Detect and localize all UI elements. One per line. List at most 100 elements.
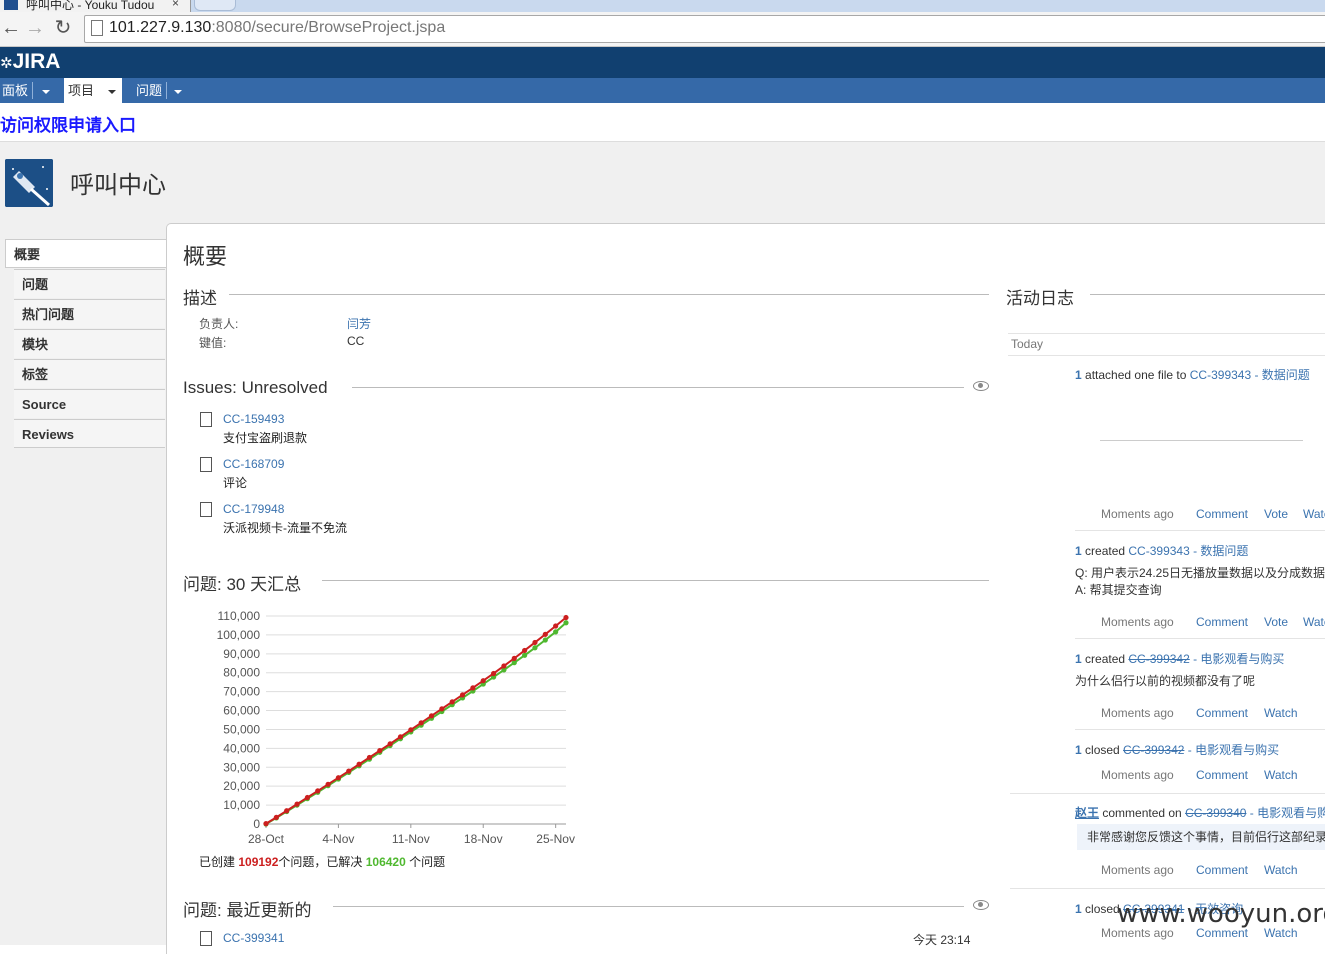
menu-item-summary[interactable]: 概要 [5,239,167,268]
issue-key[interactable]: CC-168709 [223,457,284,471]
activity-user[interactable]: 赵王 [1075,806,1099,820]
activity-time: Moments ago [1101,706,1174,720]
data-point-created [346,768,352,774]
activity-issue-key[interactable]: CC-399343 [1128,544,1189,558]
activity-issue-title[interactable]: - 电影观看与购买 [1190,652,1284,666]
y-tick-label: 0 [253,817,260,831]
nav-projects[interactable]: 项目 [64,78,122,103]
watch-link[interactable]: Watch [1303,507,1325,521]
activity-detail: A: 帮其提交查询 [1075,583,1162,597]
chart-heading: 问题: 30 天汇总 [183,575,302,594]
watch-link[interactable]: Watch [1303,615,1325,629]
task-icon [200,412,212,427]
new-tab-button[interactable] [194,0,236,11]
lead-value[interactable]: 闫芳 [347,315,371,332]
activity-time: Moments ago [1101,863,1174,877]
data-point-created [377,748,383,754]
data-point-created [408,727,414,733]
access-request-link[interactable]: 访问权限申请入口 [0,111,136,136]
watch-link[interactable]: Watch [1264,706,1298,720]
issue-key[interactable]: CC-179948 [223,502,284,516]
today-label: Today [1011,337,1044,351]
divider [333,906,964,907]
data-point-created [563,614,569,621]
data-point-created [511,655,517,661]
data-point-resolved [532,645,538,651]
issue-key[interactable]: CC-159493 [223,412,284,426]
nav-issues[interactable]: 问题 [136,78,186,103]
activity-user[interactable]: 1 [1075,743,1082,757]
watch-link[interactable]: Watch [1264,863,1298,877]
stats-suffix: 个问题 [405,855,446,869]
data-point-resolved [542,637,548,643]
activity-issue-key[interactable]: CC-399340 [1185,806,1246,820]
comment-link[interactable]: Comment [1196,507,1248,521]
jira-logo[interactable]: ✲JIRA [0,50,60,74]
data-point-created [315,788,321,794]
activity-user[interactable]: 1 [1075,544,1082,558]
comment-link[interactable]: Comment [1196,863,1248,877]
activity-issue-key[interactable]: CC-399342 [1123,743,1184,757]
activity-issue-key[interactable]: CC-399343 [1190,368,1251,382]
issue-summary: 支付宝盗刷退款 [223,431,308,445]
menu-item-labels[interactable]: 标签 [14,359,165,388]
back-arrow-icon[interactable]: ← [0,17,22,39]
key-label: 键值: [199,336,227,350]
activity-entry: 1 created CC-399342 - 电影观看与购买 [1075,650,1284,667]
nav-separator [32,82,33,99]
vote-link[interactable]: Vote [1264,507,1288,521]
menu-item-reviews[interactable]: Reviews [14,419,165,448]
menu-item-source[interactable]: Source [14,389,165,418]
browser-tab[interactable]: 呼叫中心 - Youku Tudou × [0,0,191,12]
activity-issue-title[interactable]: - 电影观看与购 [1246,806,1325,820]
lead-label: 负责人: [199,317,239,331]
watch-link[interactable]: Watch [1264,768,1298,782]
vote-link[interactable]: Vote [1264,615,1288,629]
activity-issue-key[interactable]: CC-399342 [1128,652,1189,666]
project-title: 呼叫中心 [70,172,166,199]
tab-close-icon[interactable]: × [172,0,179,10]
activity-user[interactable]: 1 [1075,368,1082,382]
chart-stats: 已创建 109192个问题，已解决 106420 个问题 [199,853,445,870]
divider [1075,638,1325,639]
data-point-created [397,734,404,740]
chevron-down-icon[interactable] [174,89,183,94]
reload-icon[interactable]: ↻ [52,17,74,39]
chevron-down-icon[interactable] [108,89,117,94]
activity-verb: closed [1081,743,1124,757]
url-text[interactable]: 101.227.9.130:8080/secure/BrowseProject.… [109,19,445,37]
activity-user[interactable]: 1 [1075,902,1082,916]
activity-entry: 1 created CC-399343 - 数据问题 [1075,542,1248,559]
forward-arrow-icon[interactable]: → [24,17,46,39]
divider [322,580,989,581]
updated-time: 今天 23:14 [913,933,971,947]
data-point-created [418,720,424,726]
watermark: www.wooyun.org [1117,899,1325,929]
activity-entry: 1 attached one file to CC-399343 - 数据问题 [1075,366,1310,383]
resolved-count: 106420 [365,855,406,869]
chevron-down-icon[interactable] [42,89,51,94]
activity-verb: created [1081,544,1129,558]
divider [1075,530,1325,531]
activity-time: Moments ago [1101,507,1174,521]
comment-link[interactable]: Comment [1196,768,1248,782]
menu-item-popular-issues[interactable]: 热门问题 [14,299,165,328]
eye-icon[interactable] [973,900,989,910]
activity-issue-title[interactable]: - 数据问题 [1251,368,1309,382]
comment-link[interactable]: Comment [1196,706,1248,720]
menu-item-issues[interactable]: 问题 [14,269,165,298]
eye-icon[interactable] [973,381,989,391]
x-tick-label: 11-Nov [392,832,430,846]
divider [1008,355,1325,356]
menu-item-components[interactable]: 模块 [14,329,165,358]
rocket-icon [5,159,53,207]
y-tick-label: 100,000 [217,628,261,642]
nav-dashboards[interactable]: 面板 [2,78,52,103]
activity-issue-title[interactable]: - 电影观看与购买 [1184,743,1279,757]
activity-user[interactable]: 1 [1075,652,1082,666]
data-point-created [522,647,528,654]
divider [229,294,989,295]
activity-issue-title[interactable]: - 数据问题 [1190,544,1248,558]
attachment-thumbnail[interactable] [1100,440,1303,441]
comment-link[interactable]: Comment [1196,615,1248,629]
